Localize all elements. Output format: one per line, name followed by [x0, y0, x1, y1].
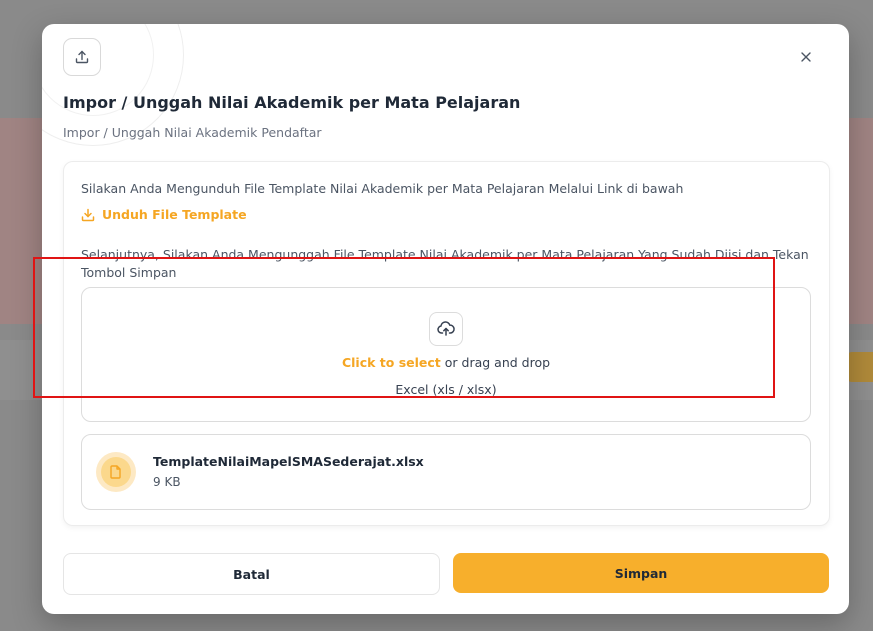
cancel-button[interactable]: Batal [63, 553, 440, 595]
dropzone-prompt: Click to select or drag and drop [82, 355, 810, 370]
download-template-link[interactable]: Unduh File Template [81, 207, 247, 222]
cloud-upload-icon [429, 312, 463, 346]
close-icon [801, 52, 811, 62]
uploaded-file-item: TemplateNilaiMapelSMASederajat.xlsx 9 KB [81, 434, 811, 510]
file-icon [96, 452, 136, 492]
upload-instruction: Selanjutnya, Silakan Anda Mengunggah Fil… [81, 247, 809, 280]
click-to-select-link[interactable]: Click to select [342, 355, 441, 370]
save-button[interactable]: Simpan [453, 553, 829, 593]
file-name: TemplateNilaiMapelSMASederajat.xlsx [153, 454, 424, 469]
download-link-label: Unduh File Template [102, 207, 247, 222]
modal-subtitle: Impor / Unggah Nilai Akademik Pendaftar [63, 125, 322, 140]
upload-card: Silakan Anda Mengunduh File Template Nil… [63, 161, 830, 526]
background-tab [846, 352, 873, 382]
upload-icon [63, 38, 101, 76]
download-icon [81, 208, 95, 221]
accepted-formats: Excel (xls / xlsx) [395, 382, 497, 397]
drag-drop-text: or drag and drop [440, 355, 551, 370]
upload-modal: Impor / Unggah Nilai Akademik per Mata P… [42, 24, 849, 614]
download-instruction: Silakan Anda Mengunduh File Template Nil… [81, 181, 684, 196]
file-dropzone[interactable]: Click to select or drag and drop Excel (… [81, 287, 811, 422]
file-size: 9 KB [153, 475, 181, 489]
modal-title: Impor / Unggah Nilai Akademik per Mata P… [63, 93, 521, 112]
close-button[interactable] [797, 48, 815, 66]
